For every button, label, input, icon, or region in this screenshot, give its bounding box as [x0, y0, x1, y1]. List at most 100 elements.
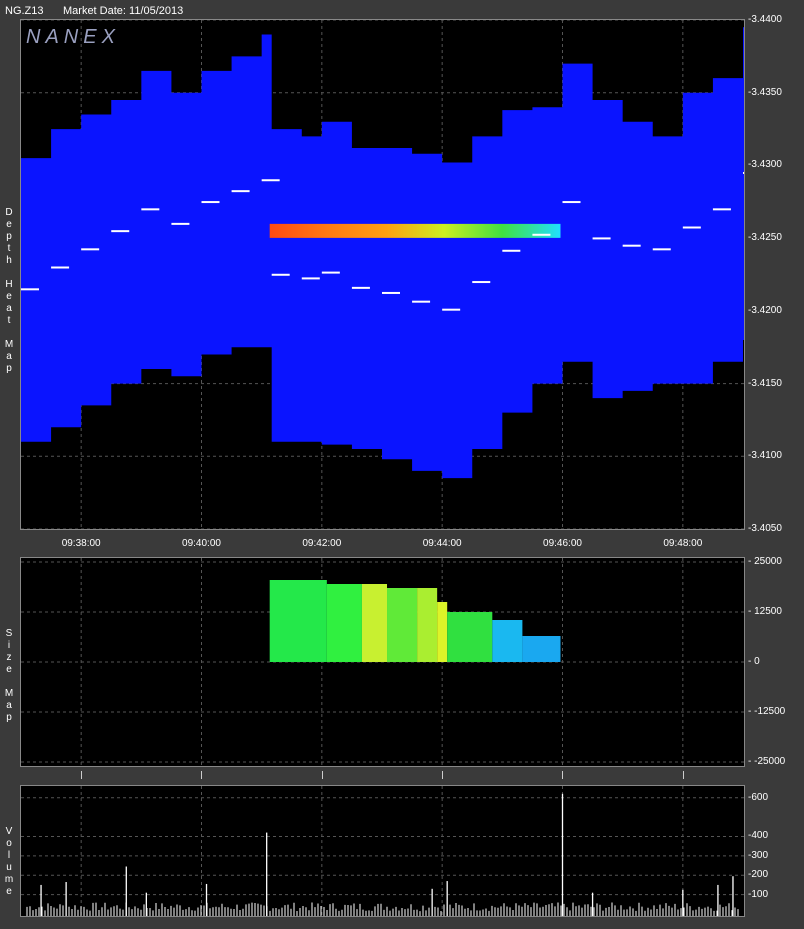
size-map-chart	[21, 558, 744, 766]
side-label-letter: a	[6, 700, 12, 711]
size-step	[522, 636, 561, 662]
volume-tick-label: -100	[748, 888, 769, 900]
size-step	[387, 588, 418, 662]
price-trace	[261, 179, 280, 182]
price-trace	[592, 237, 611, 240]
side-label-letter: a	[6, 351, 12, 362]
depth-heat-map-label: Depth Heat Map	[3, 207, 15, 375]
side-label-letter: e	[6, 886, 12, 897]
price-tick-label: -3.4350	[748, 86, 782, 98]
side-label-letter: M	[4, 339, 14, 350]
volume-tick-label: -200	[748, 869, 769, 881]
side-label-letter: H	[5, 279, 13, 290]
side-label-letter	[3, 676, 15, 688]
size-step	[361, 584, 388, 662]
price-tick-label: -3.4150	[748, 377, 782, 389]
price-trace	[472, 281, 491, 284]
price-trace	[412, 300, 431, 303]
volume-panel	[20, 785, 745, 917]
time-tick-mark	[682, 771, 684, 779]
side-label-letter: a	[6, 303, 12, 314]
size-step	[447, 612, 493, 662]
price-tick-label: -3.4300	[748, 159, 782, 171]
price-trace	[141, 208, 160, 211]
side-label-letter: l	[7, 850, 11, 861]
time-tick-label: 09:44:00	[422, 538, 462, 549]
price-trace	[622, 244, 641, 247]
size-tick-label: - -25000	[748, 756, 786, 767]
time-tick-label: 09:46:00	[543, 538, 582, 549]
size-step	[437, 602, 448, 662]
price-trace	[682, 226, 701, 229]
size-tick-label: - -12500	[748, 706, 786, 717]
size-tick-label: - 25000	[748, 556, 782, 567]
time-tick-label: 09:40:00	[182, 538, 221, 549]
time-tick-mark	[321, 771, 323, 779]
side-label-letter: t	[7, 243, 11, 254]
price-trace	[562, 201, 581, 204]
size-map-panel	[20, 557, 745, 767]
side-label-letter: o	[6, 838, 12, 849]
side-label-letter: u	[6, 862, 12, 873]
watermark: NANEX	[26, 26, 120, 48]
size-tick-label: - 12500	[748, 606, 782, 617]
price-trace	[81, 248, 100, 251]
price-trace	[532, 233, 551, 236]
side-label-letter: D	[5, 207, 13, 218]
price-trace	[442, 308, 461, 311]
side-label-letter: m	[4, 874, 14, 885]
side-label-letter: h	[6, 255, 12, 266]
time-tick-label: 09:48:00	[663, 538, 703, 549]
price-tick-label: -3.4050	[748, 523, 782, 534]
size-step	[417, 588, 438, 662]
size-tick-label: - 0	[748, 656, 760, 667]
side-label-letter: S	[5, 628, 13, 639]
time-tick-mark	[81, 771, 83, 779]
side-label-letter: p	[6, 712, 12, 723]
price-trace	[21, 288, 39, 291]
volume-label: Volume	[3, 826, 15, 898]
price-tick-label: -3.4100	[748, 450, 782, 462]
side-label-letter: e	[6, 291, 12, 302]
price-tick-label: -3.4250	[748, 232, 782, 244]
size-step	[492, 620, 523, 662]
price-trace	[712, 208, 731, 211]
price-trace	[51, 266, 70, 269]
bid-ask-band	[269, 223, 561, 238]
size-map-label: Size Map	[3, 628, 15, 724]
side-label-letter: V	[5, 826, 13, 837]
side-label-letter: p	[6, 363, 12, 374]
time-tick-mark	[442, 771, 444, 779]
side-label-letter: i	[7, 640, 11, 651]
side-label-letter: e	[6, 664, 12, 675]
time-tick-mark	[562, 771, 564, 779]
side-label-letter	[3, 267, 15, 279]
side-label-letter: z	[6, 652, 12, 663]
price-trace	[742, 171, 744, 174]
price-trace	[171, 222, 190, 225]
depth-heat-map-chart	[21, 20, 744, 529]
volume-tick-label: -300	[748, 849, 769, 861]
volume-tick-label: -600	[748, 791, 769, 803]
side-label-letter: e	[6, 219, 12, 230]
side-label-letter: p	[6, 231, 12, 242]
price-tick-label: -3.4400	[748, 14, 782, 25]
price-trace	[351, 286, 370, 289]
price-trace	[231, 190, 250, 193]
price-tick-label: -3.4200	[748, 304, 782, 316]
side-label-letter	[3, 327, 15, 339]
time-tick-mark	[201, 771, 203, 779]
price-trace	[652, 248, 671, 251]
price-trace	[271, 273, 290, 276]
volume-tick-label: -400	[748, 830, 769, 842]
price-trace	[502, 249, 521, 252]
size-step	[326, 584, 362, 662]
price-trace	[321, 271, 340, 274]
depth-heat-map-panel: NANEX	[20, 19, 745, 530]
time-tick-label: 09:38:00	[61, 538, 101, 549]
side-label-letter: M	[4, 688, 14, 699]
volume-chart	[21, 786, 744, 916]
size-step	[269, 580, 327, 662]
price-trace	[381, 291, 400, 294]
market-date-label: Market Date: 11/05/2013	[63, 5, 184, 17]
